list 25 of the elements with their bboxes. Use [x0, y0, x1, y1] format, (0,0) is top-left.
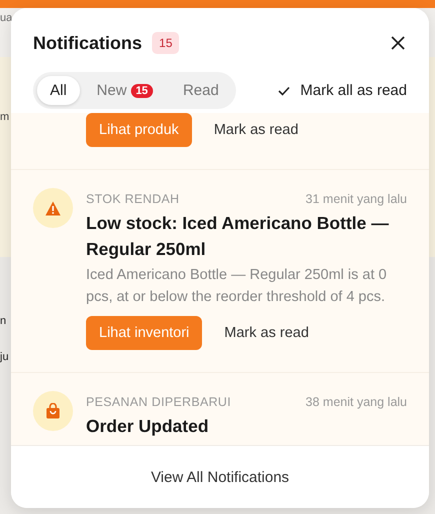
- page-text: n: [0, 315, 6, 327]
- time-label: 38 menit yang lalu: [306, 395, 407, 409]
- panel-title: Notifications: [33, 32, 142, 54]
- time-label: 31 menit yang lalu: [306, 192, 407, 206]
- category-label: STOK RENDAH: [86, 192, 180, 206]
- page-text: m: [0, 111, 10, 123]
- new-count-badge: 15: [130, 84, 153, 98]
- mark-read-button[interactable]: Mark as read: [224, 321, 309, 345]
- filter-tab[interactable]: New 15: [84, 76, 166, 105]
- filter-tab[interactable]: Read: [170, 76, 232, 105]
- page-text: ju: [0, 351, 9, 363]
- warning-icon: [45, 200, 61, 216]
- filter-tab[interactable]: All: [37, 76, 80, 105]
- notification-title: Order Updated: [86, 415, 210, 438]
- shopping-bag-icon: [46, 403, 60, 419]
- notification-body: Iced Americano Bottle — Regular 250ml is at 0 pcs, at or below the reorder threshold of 4 pcs.: [86, 266, 388, 307]
- view-all-button[interactable]: View All Notifications: [144, 462, 296, 492]
- notification-item[interactable]: Lihat produk Mark as read: [11, 113, 429, 170]
- count-badge: 15: [152, 32, 180, 54]
- mark-read-button[interactable]: Mark as read: [214, 118, 298, 142]
- category-label: PESANAN DIPERBARUI: [86, 395, 232, 409]
- check-icon: [278, 86, 290, 96]
- mark-all-read-button[interactable]: Mark all as read: [278, 78, 407, 103]
- page-text: ua: [0, 12, 12, 24]
- notification-title: Low stock: Iced Americano Bottle — Regular 250ml: [86, 212, 390, 261]
